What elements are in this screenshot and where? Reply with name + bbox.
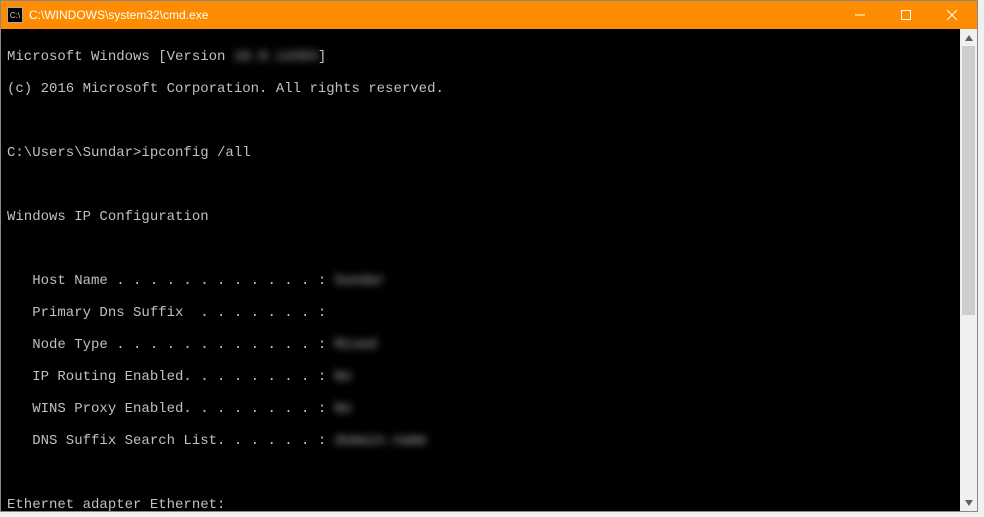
version-prefix: Microsoft Windows [Version [7, 49, 234, 65]
terminal-output[interactable]: Microsoft Windows [Version 10.0.14393] (… [1, 29, 960, 511]
maximize-icon [901, 10, 911, 20]
terminal-container: Microsoft Windows [Version 10.0.14393] (… [1, 29, 977, 511]
prompt-line: C:\Users\Sundar>ipconfig /all [7, 145, 954, 161]
blank-line [7, 177, 954, 193]
copyright-line: (c) 2016 Microsoft Corporation. All righ… [7, 81, 954, 97]
label: Host Name . . . . . . . . . . . . : [7, 273, 335, 289]
section-header: Ethernet adapter Ethernet: [7, 497, 954, 511]
minimize-button[interactable] [837, 1, 883, 29]
value-redacted: No [335, 401, 352, 417]
config-row: IP Routing Enabled. . . . . . . . : No [7, 369, 954, 385]
scroll-track[interactable] [960, 46, 977, 494]
version-line: Microsoft Windows [Version 10.0.14393] [7, 49, 954, 65]
cmd-icon: C:\ [7, 7, 23, 23]
window-title: C:\WINDOWS\system32\cmd.exe [29, 8, 837, 22]
minimize-icon [855, 10, 865, 20]
blank-line [7, 241, 954, 257]
scroll-up-button[interactable] [960, 29, 977, 46]
scroll-thumb[interactable] [962, 46, 975, 315]
version-suffix: ] [318, 49, 326, 65]
section-header: Windows IP Configuration [7, 209, 954, 225]
maximize-button[interactable] [883, 1, 929, 29]
scroll-down-button[interactable] [960, 494, 977, 511]
config-row: WINS Proxy Enabled. . . . . . . . : No [7, 401, 954, 417]
value-redacted: Mixed [335, 337, 377, 353]
cmd-window: C:\ C:\WINDOWS\system32\cmd.exe Microsof… [0, 0, 978, 512]
config-row: DNS Suffix Search List. . . . . . : doma… [7, 433, 954, 449]
version-redacted: 10.0.14393 [234, 49, 318, 65]
config-row: Host Name . . . . . . . . . . . . : Sund… [7, 273, 954, 289]
value-redacted: domain.name [335, 433, 427, 449]
blank-line [7, 465, 954, 481]
prompt-path: C:\Users\Sundar> [7, 145, 141, 161]
config-row: Node Type . . . . . . . . . . . . : Mixe… [7, 337, 954, 353]
close-icon [947, 10, 957, 20]
value-redacted: No [335, 369, 352, 385]
titlebar[interactable]: C:\ C:\WINDOWS\system32\cmd.exe [1, 1, 977, 29]
chevron-down-icon [965, 500, 973, 506]
label: DNS Suffix Search List. . . . . . : [7, 433, 335, 449]
close-button[interactable] [929, 1, 975, 29]
prompt-command: ipconfig /all [141, 145, 250, 161]
blank-line [7, 113, 954, 129]
value-redacted: Sundar [335, 273, 385, 289]
label: WINS Proxy Enabled. . . . . . . . : [7, 401, 335, 417]
label: Node Type . . . . . . . . . . . . : [7, 337, 335, 353]
scrollbar[interactable] [960, 29, 977, 511]
label: IP Routing Enabled. . . . . . . . : [7, 369, 335, 385]
config-row: Primary Dns Suffix . . . . . . . : [7, 305, 954, 321]
window-controls [837, 1, 975, 29]
chevron-up-icon [965, 35, 973, 41]
